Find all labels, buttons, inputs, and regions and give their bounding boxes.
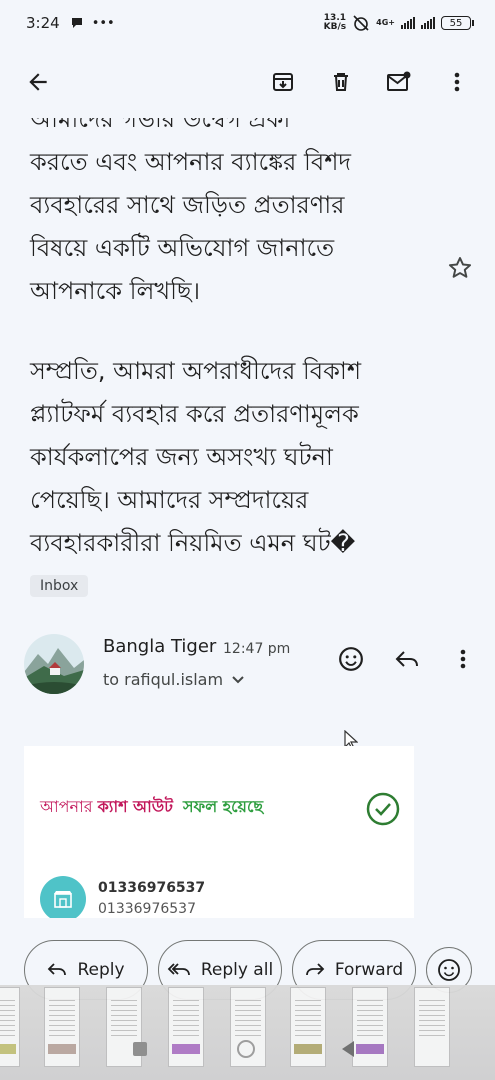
reply-icon (48, 963, 67, 976)
label-chip-inbox[interactable]: Inbox (30, 575, 89, 597)
message-line: পেয়েছি। আমাদের সম্প্রদায়ের (30, 486, 309, 514)
emoji-icon (339, 647, 363, 671)
sender-name[interactable]: Bangla Tiger (103, 636, 216, 657)
signal-2-icon (421, 17, 435, 29)
message-more-button[interactable] (448, 644, 478, 674)
store-icon (40, 876, 86, 918)
avatar[interactable] (24, 634, 84, 694)
add-reaction-button[interactable] (336, 644, 366, 674)
status-time: 3:24 (26, 14, 60, 32)
more-vert-icon (460, 649, 466, 669)
reply-icon (395, 651, 418, 667)
arrow-left-icon (29, 73, 47, 91)
more-vert-icon (454, 72, 460, 92)
top-app-bar (4, 50, 491, 114)
message-line: কার্যকলাপের জন্য অসংখ্য ঘটনা (30, 443, 333, 471)
message-paragraph-1: আমাদের গভীর উদ্বেগ প্রকা করতে এবং আপনার … (30, 118, 440, 313)
message-paragraph-2: সম্প্রতি, আমরা অপরাধীদের বিকাশ প্ল্যাটফর… (30, 350, 440, 565)
message-line: আপনাকে লিখছি। (30, 277, 201, 305)
archive-button[interactable] (267, 66, 299, 98)
email-content-card: আপনার ক্যাশ আউট সফল হয়েছে 01336976537 01… (24, 746, 414, 918)
recipient-text: to rafiqul.islam (103, 670, 224, 689)
recent-screens-strip (0, 985, 495, 1080)
star-button[interactable] (447, 255, 475, 283)
recipient-details[interactable]: to rafiqul.islam (103, 670, 245, 689)
account-number: 01336976537 (98, 880, 206, 896)
star-icon (448, 257, 472, 278)
screen-thumbnail[interactable] (168, 987, 204, 1067)
home-nav-icon[interactable] (236, 1039, 256, 1059)
status-bar: 3:24 ••• 13.1 KB/s 4G+ 55 (4, 0, 491, 46)
account-number-secondary: 01336976537 (98, 901, 196, 917)
message-line: আমাদের গভীর উদ্বেগ প্রকা (30, 118, 291, 133)
network-speed: 13.1 KB/s (323, 13, 347, 32)
reply-icon-button[interactable] (392, 644, 422, 674)
more-notifications-icon: ••• (91, 15, 115, 31)
reply-all-label: Reply all (200, 960, 274, 980)
message-body: আমাদের গভীর উদ্বেগ প্রকা করতে এবং আপনার … (4, 118, 491, 568)
mark-unread-button[interactable] (383, 66, 415, 98)
alarm-off-icon (353, 15, 369, 31)
emoji-icon (438, 959, 460, 981)
forward-label: Forward (334, 960, 404, 980)
screen-thumbnail[interactable] (290, 987, 326, 1067)
chevron-down-icon (232, 675, 244, 683)
message-line: সম্প্রতি, আমরা অপরাধীদের বিকাশ (30, 357, 362, 385)
signal-icon (401, 17, 415, 29)
more-options-button[interactable] (441, 66, 473, 98)
message-line: ব্যবহারের সাথে জড়িত প্রতারণার (30, 191, 345, 219)
email-view: 3:24 ••• 13.1 KB/s 4G+ 55 আমাদের গভীর উদ… (4, 0, 491, 1080)
screen-thumbnail[interactable] (0, 987, 20, 1067)
delete-icon (334, 73, 348, 91)
message-line: প্ল্যাটফর্ম ব্যবহার করে প্রতারণামূলক (30, 400, 359, 428)
forward-icon (305, 963, 325, 976)
reply-label: Reply (77, 960, 125, 980)
landscape-avatar-icon (24, 634, 84, 694)
check-circle-icon (366, 792, 400, 826)
network-type: 4G+ (376, 18, 395, 27)
message-line: ব্যবহারকারীরা নিয়মিত এমন ঘট� (30, 529, 356, 557)
delete-button[interactable] (325, 66, 357, 98)
card-headline: আপনার ক্যাশ আউট সফল হয়েছে (40, 797, 264, 816)
mark-unread-icon (387, 71, 411, 91)
back-nav-icon[interactable] (340, 1040, 356, 1058)
archive-icon (273, 73, 293, 91)
reply-all-icon (167, 963, 190, 976)
screen-thumbnail[interactable] (414, 987, 450, 1067)
screen-thumbnail[interactable] (44, 987, 80, 1067)
recents-nav-icon[interactable] (132, 1041, 148, 1057)
screen-thumbnail[interactable] (352, 987, 388, 1067)
message-line: করতে এবং আপনার ব্যাঙ্কের বিশদ (30, 148, 352, 176)
sent-time: 12:47 pm (223, 641, 291, 657)
back-button[interactable] (22, 66, 54, 98)
battery-icon: 55 (441, 16, 474, 30)
chat-notification-icon (71, 18, 82, 28)
message-line: বিষয়ে একটি অভিযোগ জানাতে (30, 234, 335, 262)
